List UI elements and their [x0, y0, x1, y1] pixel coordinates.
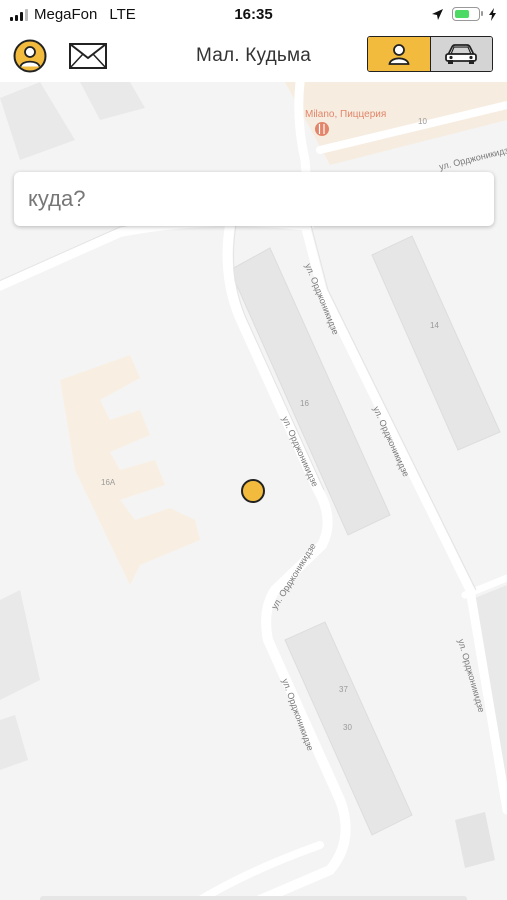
- street-label: ул. Орджоникидзе: [438, 144, 507, 172]
- poi-marker[interactable]: [315, 122, 329, 136]
- house-number: 16: [300, 399, 309, 408]
- house-number: 16А: [101, 478, 116, 487]
- house-number: 30: [343, 723, 352, 732]
- charging-bolt-icon: [489, 7, 496, 21]
- street-label: ул. Орджоникидзе: [269, 541, 318, 611]
- person-icon: [388, 44, 410, 65]
- battery-icon: [452, 7, 483, 21]
- house-number: 14: [430, 321, 439, 330]
- current-location-marker[interactable]: [241, 479, 265, 503]
- destination-search-input[interactable]: куда?: [14, 172, 494, 226]
- status-bar: MegaFon LTE 16:35: [0, 0, 507, 30]
- car-icon: [445, 44, 478, 64]
- street-label: ул. Орджоникидзе: [371, 405, 411, 478]
- mode-toggle[interactable]: [367, 36, 493, 72]
- passenger-mode-tab[interactable]: [368, 37, 431, 71]
- house-number: 37: [339, 685, 348, 694]
- bottom-sheet-handle[interactable]: [40, 896, 467, 900]
- poi-label[interactable]: Milano, Пиццерия: [305, 109, 386, 120]
- house-number: 10: [418, 117, 427, 126]
- search-placeholder: куда?: [28, 186, 86, 211]
- location-arrow-icon: [432, 8, 443, 20]
- app-header: Мал. Кудьма: [0, 30, 507, 82]
- driver-mode-tab[interactable]: [430, 37, 492, 71]
- status-right: [431, 7, 497, 21]
